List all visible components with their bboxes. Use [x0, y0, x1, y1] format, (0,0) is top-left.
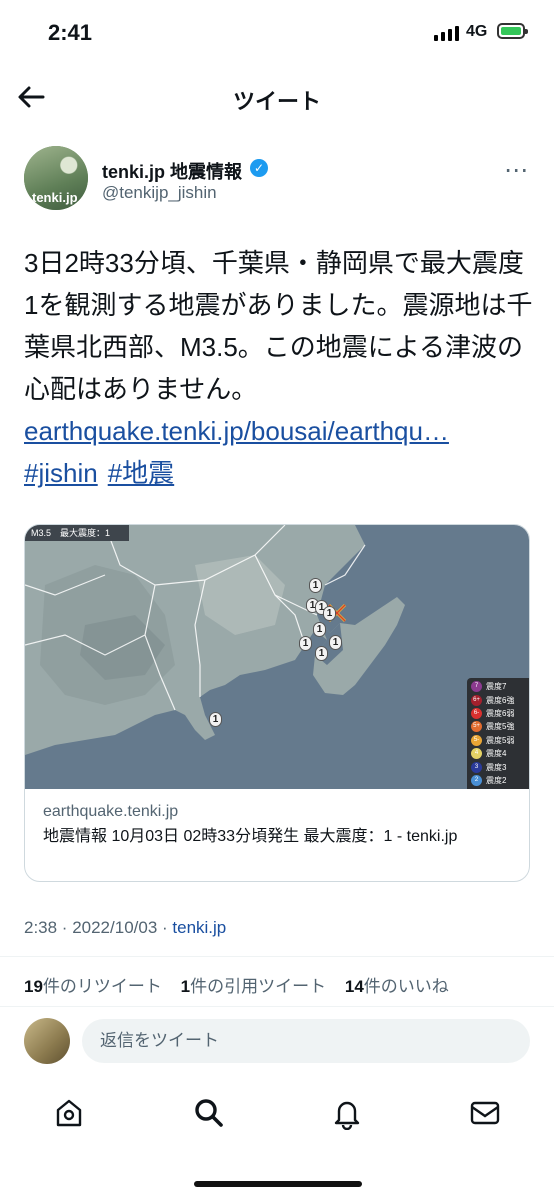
reply-input[interactable]: 返信をツイート: [82, 1019, 530, 1063]
intensity-marker: 1: [323, 606, 336, 621]
legend-badge: 6-: [471, 707, 482, 719]
messages-icon[interactable]: [468, 1096, 502, 1130]
tweet-link[interactable]: earthquake.tenki.jp/bousai/earthqu…: [24, 410, 534, 452]
legend-label: 震度5強: [486, 722, 515, 732]
legend-label: 震度5弱: [486, 735, 515, 745]
page-title: ツイート: [232, 89, 321, 114]
intensity-marker: 1: [315, 646, 328, 661]
signal-icon: [434, 26, 459, 41]
legend-label: 震度3: [486, 762, 507, 772]
legend-label: 震度7: [486, 682, 507, 692]
author-display-name[interactable]: tenki.jp 地震情報: [102, 158, 242, 184]
my-avatar[interactable]: [24, 1018, 70, 1064]
legend-badge: 7: [471, 681, 482, 693]
map-magnitude-label: M3.5 最大震度：1: [25, 525, 129, 541]
quotes-stat[interactable]: 1件の引用ツイート: [181, 977, 326, 996]
hashtag-jishin[interactable]: #jishin: [24, 458, 98, 488]
notifications-icon[interactable]: [330, 1096, 364, 1131]
intensity-legend: 7 震度7 6+ 震度6強 6- 震度6弱 5+ 震度5強 5- 震度5弱 4 震度4 3 震度3 2 震度2: [467, 678, 529, 789]
legend-badge: 3: [471, 761, 482, 773]
legend-item: 5+ 震度5強: [471, 720, 529, 733]
legend-item: 2 震度2: [471, 774, 529, 787]
tweet-author: tenki.jp tenki.jp 地震情報 ✓ @tenkijp_jishin…: [24, 146, 534, 216]
home-icon[interactable]: [52, 1096, 86, 1130]
hashtag-jishin-kanji[interactable]: #地震: [108, 458, 174, 488]
verified-badge-icon: ✓: [250, 159, 268, 177]
network-type: 4G: [466, 23, 488, 40]
search-icon[interactable]: [192, 1096, 226, 1130]
legend-badge: 4: [471, 748, 482, 760]
legend-item: 5- 震度5弱: [471, 734, 529, 747]
avatar-logo-text: tenki.jp: [32, 190, 78, 205]
tweet-timestamp: 2:38 · 2022/10/03 · tenki.jp: [24, 918, 226, 938]
legend-item: 7 震度7: [471, 680, 529, 693]
tweet-body: 3日2時33分頃、千葉県・静岡県で最大震度1を観測する地震がありました。震源地は…: [24, 248, 533, 404]
legend-label: 震度6強: [486, 695, 515, 705]
battery-icon: [497, 23, 528, 39]
intensity-marker: 1: [209, 712, 222, 727]
status-bar: 2:41 4G: [0, 0, 554, 66]
legend-item: 3 震度3: [471, 760, 529, 773]
legend-label: 震度2: [486, 775, 507, 785]
intensity-marker: 1: [299, 636, 312, 651]
legend-badge: 2: [471, 774, 482, 786]
tab-bar: [0, 1084, 554, 1144]
legend-label: 震度4: [486, 749, 507, 759]
status-time: 2:41: [48, 20, 93, 45]
likes-stat[interactable]: 14件のいいね: [345, 977, 449, 996]
legend-item: 6- 震度6弱: [471, 707, 529, 720]
legend-badge: 6+: [471, 694, 482, 706]
reply-bar: 返信をツイート: [24, 1018, 534, 1068]
link-card[interactable]: M3.5 最大震度：1 111111111 7 震度7 6+ 震度6強 6- 震度6弱 5+…: [24, 524, 530, 882]
author-handle[interactable]: @tenkijp_jishin: [102, 183, 217, 203]
tweet-stats: 19件のリツイート 1件の引用ツイート 14件のいいね: [24, 972, 449, 997]
intensity-marker: 1: [309, 578, 322, 593]
card-title: 地震情報 10月03日 02時33分頃発生 最大震度：1 - tenki.jp: [43, 828, 458, 845]
earthquake-map[interactable]: M3.5 最大震度：1 111111111 7 震度7 6+ 震度6強 6- 震度6弱 5+…: [25, 525, 529, 789]
nav-header: ツイート: [0, 70, 554, 124]
retweets-stat[interactable]: 19件のリツイート: [24, 977, 162, 996]
legend-label: 震度6弱: [486, 708, 515, 718]
avatar[interactable]: tenki.jp: [24, 146, 88, 210]
card-meta: earthquake.tenki.jp 地震情報 10月03日 02時33分頃発…: [43, 803, 523, 849]
divider: [0, 956, 554, 957]
hashtags: #jishin #地震: [24, 452, 534, 494]
legend-badge: 5+: [471, 721, 482, 733]
tweet-text: 3日2時33分頃、千葉県・静岡県で最大震度1を観測する地震がありました。震源地は…: [24, 242, 534, 494]
timestamp-text: 2:38 · 2022/10/03 ·: [24, 918, 173, 937]
card-domain: earthquake.tenki.jp: [43, 803, 179, 820]
intensity-marker: 1: [329, 635, 342, 650]
divider: [0, 1006, 554, 1007]
legend-item: 4 震度4: [471, 747, 529, 760]
intensity-marker: 1: [313, 622, 326, 637]
legend-item: 6+ 震度6強: [471, 693, 529, 706]
tweet-source[interactable]: tenki.jp: [172, 918, 226, 937]
more-options-icon[interactable]: ⋯: [504, 156, 529, 185]
legend-badge: 5-: [471, 734, 482, 746]
home-indicator: [194, 1181, 362, 1187]
